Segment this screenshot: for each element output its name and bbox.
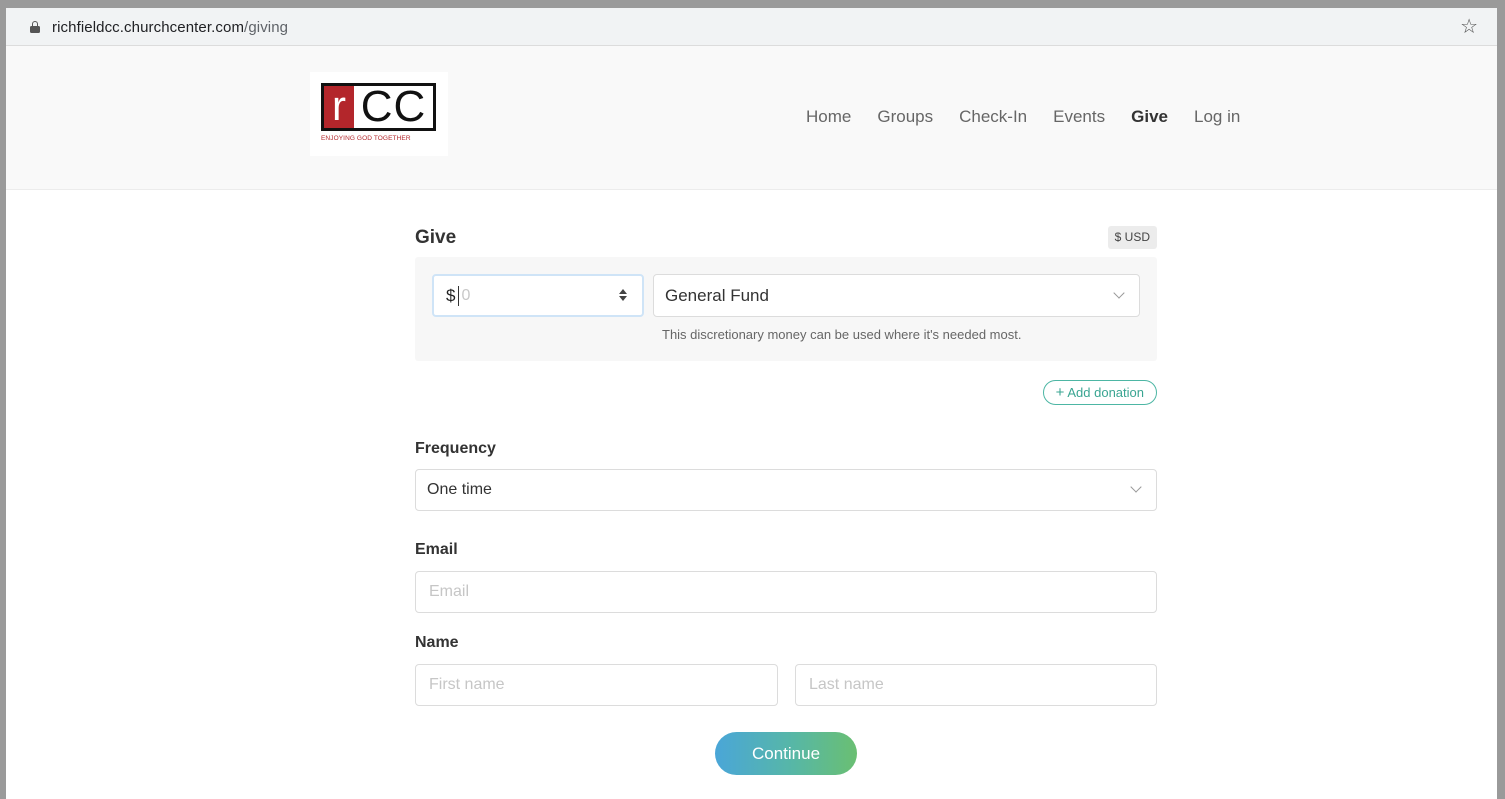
first-name-field[interactable] (415, 664, 778, 706)
nav-item-check-in[interactable]: Check-In (959, 106, 1027, 128)
add-donation-label: Add donation (1067, 385, 1144, 400)
nav-item-home[interactable]: Home (806, 106, 851, 128)
donation-panel: $ 0 General Fund This discretionary mone… (415, 257, 1157, 361)
logo-letters: CC (360, 83, 427, 131)
nav-item-give[interactable]: Give (1131, 106, 1168, 128)
logo-tagline: ENJOYING GOD TOGETHER (321, 135, 411, 142)
fund-selected-value: General Fund (665, 286, 769, 305)
chevron-down-icon (1113, 287, 1125, 299)
main-nav: Home Groups Check-In Events Give Log in (806, 106, 1266, 128)
church-logo[interactable]: r CC ENJOYING GOD TOGETHER (310, 72, 448, 156)
address-bar: richfieldcc.churchcenter.com/giving ☆ (6, 8, 1497, 46)
url-path: /giving (244, 18, 289, 36)
lock-icon (30, 21, 40, 33)
logo-mark: r CC (321, 83, 436, 131)
nav-item-groups[interactable]: Groups (877, 106, 933, 128)
url-host: richfieldcc.churchcenter.com (52, 18, 245, 36)
url-text[interactable]: richfieldcc.churchcenter.com/giving (52, 19, 288, 36)
site-header: r CC ENJOYING GOD TOGETHER Home Groups C… (6, 46, 1497, 190)
email-field[interactable] (415, 571, 1157, 613)
continue-button[interactable]: Continue (715, 732, 857, 775)
currency-badge[interactable]: $ USD (1107, 226, 1157, 249)
nav-item-events[interactable]: Events (1053, 106, 1105, 128)
omnibox[interactable]: richfieldcc.churchcenter.com/giving ☆ (16, 13, 1488, 41)
email-label: Email (415, 541, 458, 558)
amount-stepper-icon[interactable] (618, 287, 628, 305)
chevron-down-icon (1130, 481, 1142, 493)
add-donation-button[interactable]: + Add donation (1042, 380, 1157, 405)
browser-window: richfieldcc.churchcenter.com/giving ☆ r … (6, 8, 1497, 799)
frequency-select[interactable]: One time (415, 469, 1157, 511)
amount-placeholder: 0 (461, 286, 471, 304)
page-title: Give (415, 227, 457, 248)
plus-icon: + (1055, 384, 1065, 401)
amount-currency-symbol: $ (446, 285, 456, 305)
name-label: Name (415, 634, 459, 651)
text-caret (458, 285, 460, 306)
last-name-field[interactable] (795, 664, 1157, 706)
frequency-label: Frequency (415, 440, 496, 457)
logo-letter: r (324, 86, 354, 128)
fund-select[interactable]: General Fund (653, 274, 1140, 317)
bookmark-star-icon[interactable]: ☆ (1460, 14, 1478, 40)
amount-input[interactable]: $ 0 (432, 274, 644, 317)
nav-item-log-in[interactable]: Log in (1194, 106, 1240, 128)
fund-description: This discretionary money can be used whe… (662, 327, 1022, 342)
frequency-selected-value: One time (427, 481, 492, 498)
